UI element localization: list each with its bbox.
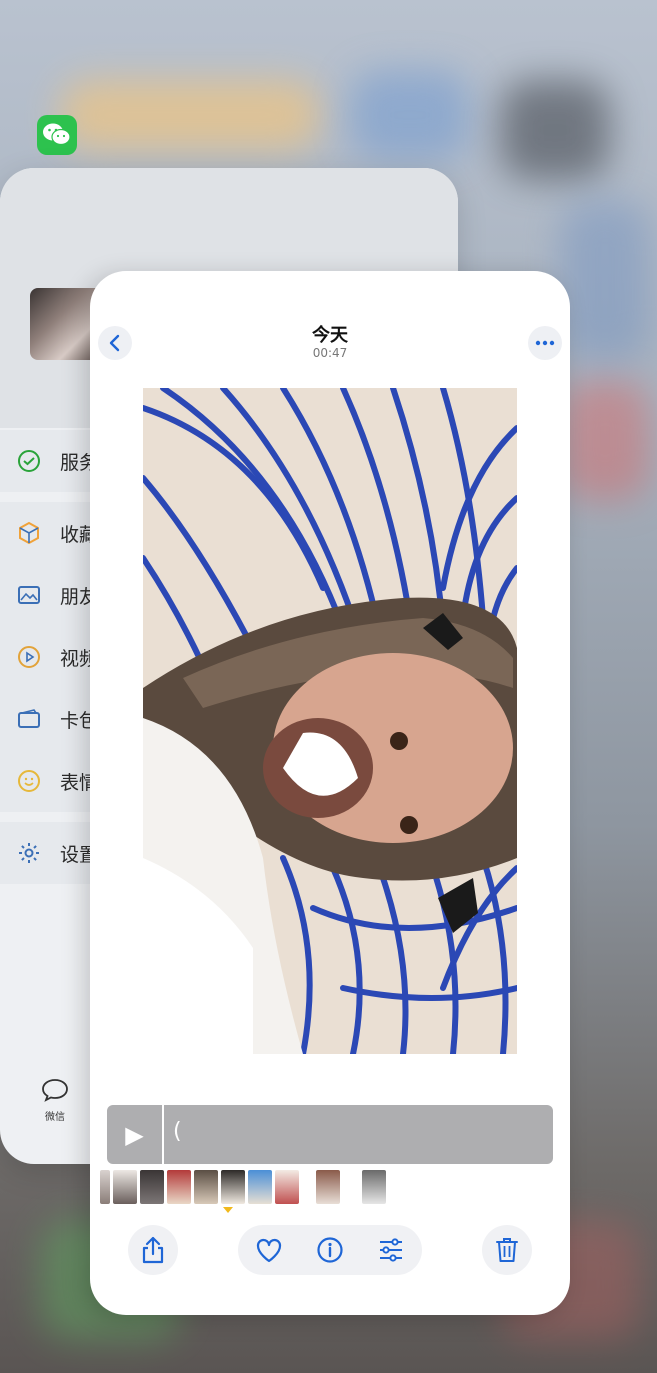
image-icon — [16, 582, 42, 608]
play-button[interactable]: ▶ — [107, 1105, 162, 1164]
home-blur-2 — [350, 70, 470, 160]
playhead[interactable] — [162, 1105, 164, 1164]
wechat-pay-icon — [16, 448, 42, 474]
thumbnail[interactable] — [275, 1170, 299, 1204]
card-icon — [16, 706, 42, 732]
info-button[interactable] — [315, 1235, 345, 1265]
smile-icon — [16, 768, 42, 794]
trash-icon — [492, 1235, 522, 1265]
video-frame[interactable] — [143, 388, 517, 1054]
thumbnail[interactable] — [221, 1170, 245, 1204]
wechat-app-icon[interactable] — [37, 115, 77, 155]
thumbnail[interactable] — [194, 1170, 218, 1204]
tab-wechat[interactable]: 微信 — [30, 1078, 80, 1123]
edit-button[interactable] — [376, 1235, 406, 1265]
photos-app-card[interactable]: 今天 00:47 ▶ ( — [90, 271, 570, 1315]
photo-content — [143, 388, 517, 1054]
chat-bubble-icon — [42, 1079, 68, 1102]
delete-button[interactable] — [482, 1225, 532, 1275]
share-button[interactable] — [128, 1225, 178, 1275]
home-blur-3 — [500, 80, 610, 180]
thumbnail[interactable] — [316, 1170, 340, 1204]
thumbnail[interactable] — [100, 1170, 110, 1204]
home-blur-7 — [560, 200, 650, 360]
ellipsis-icon — [535, 340, 555, 346]
home-blur-1 — [60, 80, 320, 150]
scrub-handle: ( — [173, 1119, 182, 1144]
heart-icon — [256, 1238, 281, 1263]
tab-label: 微信 — [45, 1112, 65, 1123]
cube-icon — [16, 520, 42, 546]
thumbnail[interactable] — [140, 1170, 164, 1204]
play-icon: ▶ — [125, 1120, 144, 1149]
thumbnail[interactable] — [362, 1170, 386, 1204]
sliders-icon — [380, 1238, 403, 1262]
share-icon — [138, 1235, 168, 1265]
action-toolbar — [238, 1225, 422, 1275]
page-title: 今天 — [312, 325, 348, 346]
thumbnail[interactable] — [248, 1170, 272, 1204]
info-icon — [317, 1237, 343, 1263]
play-circle-icon — [16, 644, 42, 670]
video-time: 00:47 — [312, 346, 348, 360]
thumbnail[interactable] — [113, 1170, 137, 1204]
video-scrubber[interactable]: ▶ ( — [107, 1105, 553, 1164]
more-button[interactable] — [528, 326, 562, 360]
current-thumbnail-indicator — [223, 1207, 233, 1213]
gear-icon — [16, 840, 42, 866]
favorite-button[interactable] — [254, 1235, 284, 1265]
home-blur-4 — [560, 380, 650, 500]
thumbnail[interactable] — [167, 1170, 191, 1204]
